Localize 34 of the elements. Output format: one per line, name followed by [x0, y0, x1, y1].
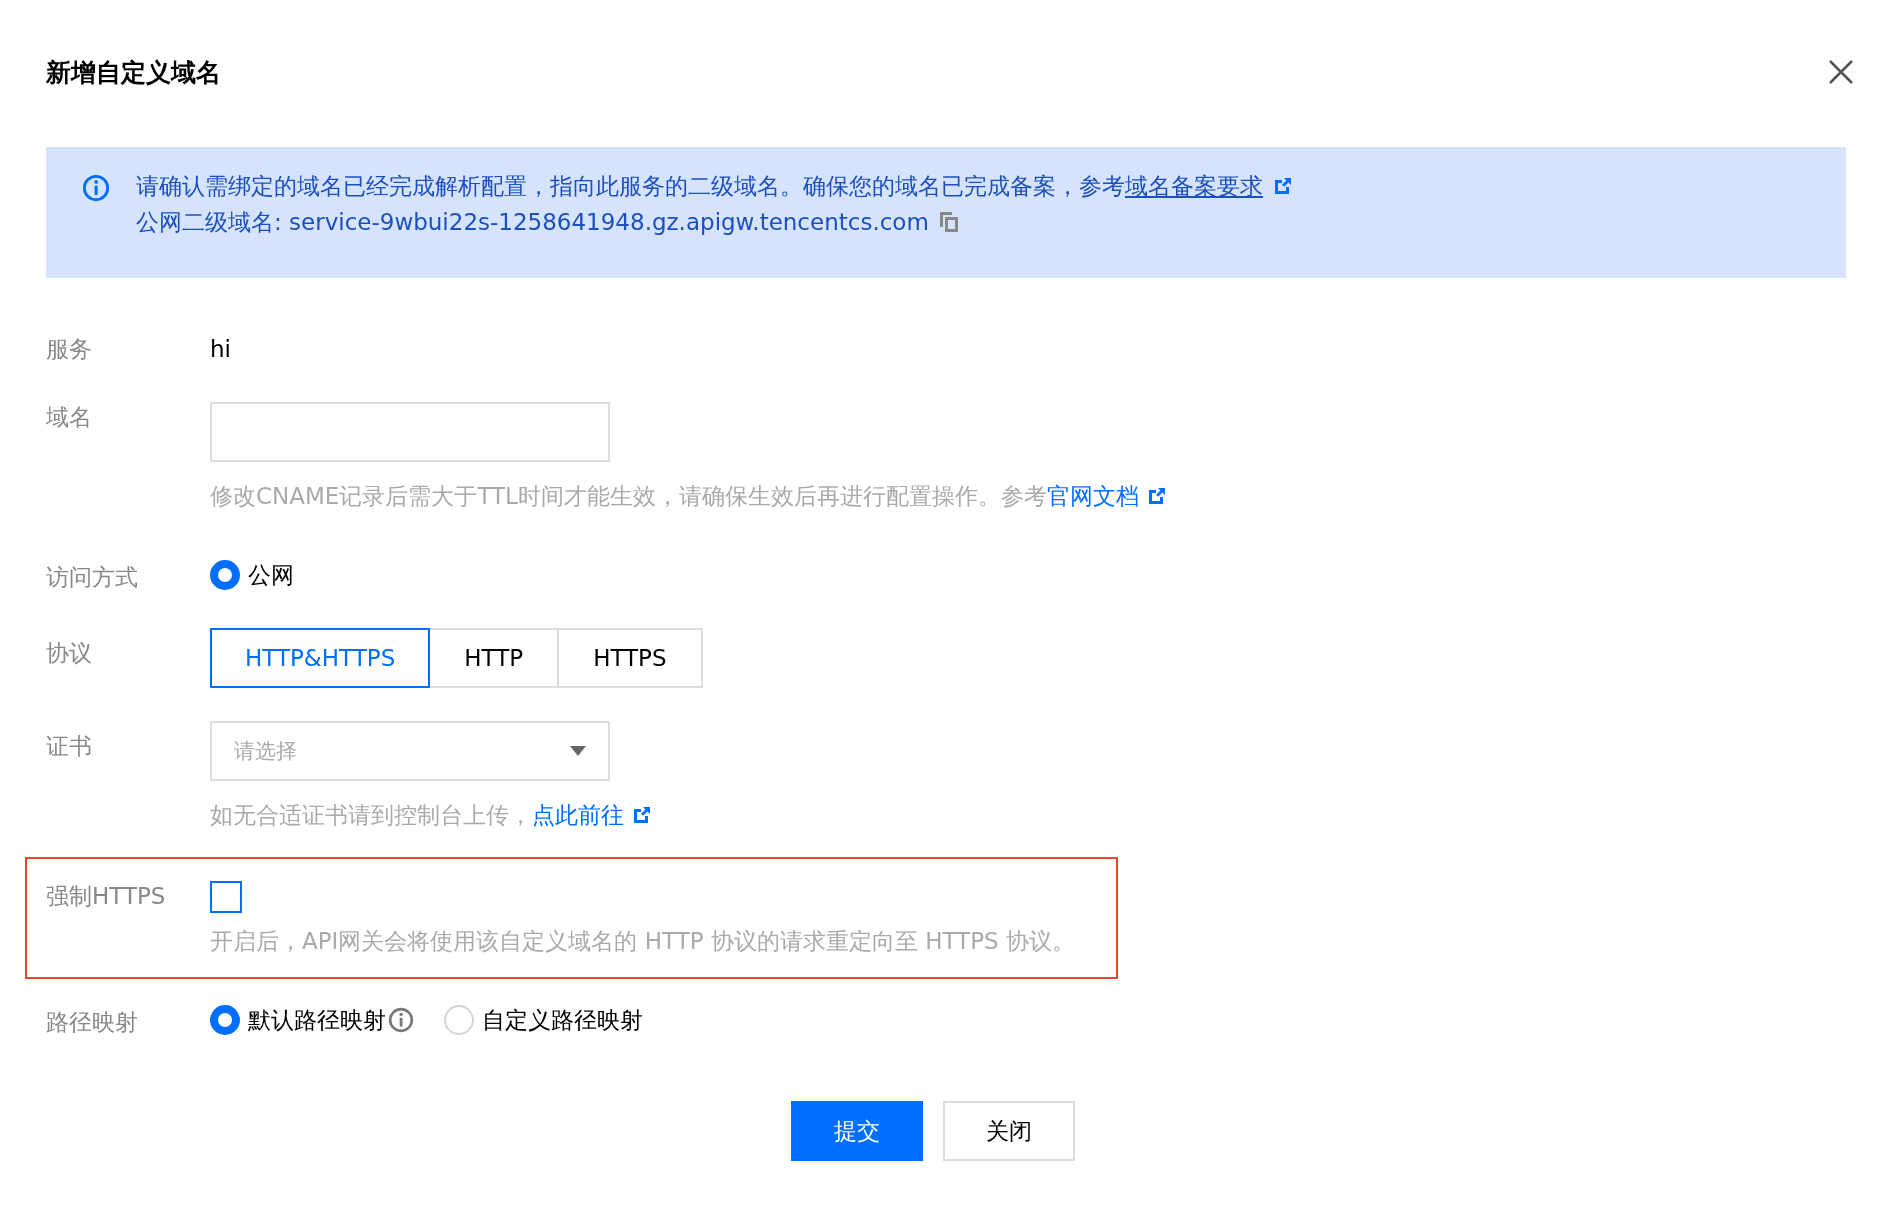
- cancel-button[interactable]: 关闭: [943, 1101, 1075, 1161]
- field-label: 协议: [46, 639, 92, 668]
- info-icon: [82, 174, 110, 202]
- hint-link[interactable]: 点此前往: [532, 802, 624, 828]
- dialog-title: 新增自定义域名: [46, 56, 221, 89]
- protocol-tab[interactable]: HTTPS: [557, 628, 703, 688]
- protocol-tab[interactable]: HTTP: [428, 628, 560, 688]
- field-label: 服务: [46, 336, 92, 362]
- domain-input-field[interactable]: [210, 402, 610, 462]
- external-link-icon[interactable]: [1273, 176, 1293, 196]
- hint-link[interactable]: 官网文档: [1046, 483, 1139, 509]
- hint-text: 开启后，API网关会将使用该自定义域名的 HTTP 协议的请求重定向至 HTTPS 协议。: [210, 927, 1075, 955]
- hint-text: 修改CNAME记录后需大于TTL时间才能生效，请确保生效后再进行配置操作。参考官网文档: [210, 482, 1139, 510]
- protocol-tab[interactable]: HTTP&HTTPS: [210, 628, 431, 688]
- field-label: 证书: [46, 732, 92, 761]
- domain-text: 公网二级域名: service-9wbui22s-1258641948.gz.apigw.tencentcs.com: [136, 208, 929, 237]
- field-label: 域名: [46, 403, 92, 432]
- radio-option[interactable]: 默认路径映射: [210, 1004, 414, 1036]
- submit-button[interactable]: 提交: [791, 1101, 923, 1161]
- notice-link[interactable]: 域名备案要求: [1125, 173, 1263, 199]
- notice-text: 请确认需绑定的域名已经完成解析配置，指向此服务的二级域名。确保您的域名已完成备案，参考域名备案要求: [136, 172, 1263, 201]
- field-label: 路径映射: [46, 1008, 138, 1037]
- radio-option[interactable]: 自定义路径映射: [444, 1004, 643, 1036]
- info-icon: [388, 1007, 414, 1033]
- external-link-icon[interactable]: [632, 805, 652, 825]
- field-value: hi: [210, 336, 231, 362]
- external-link-icon[interactable]: [1146, 486, 1167, 506]
- hint-text: 如无合适证书请到控制台上传，点此前往: [210, 801, 624, 829]
- checkbox[interactable]: [210, 881, 242, 913]
- caret-icon: [570, 746, 586, 756]
- field-label: 强制HTTPS: [46, 882, 166, 911]
- field-label: 访问方式: [46, 563, 138, 592]
- radio-option[interactable]: 公网: [210, 559, 294, 591]
- copy-icon[interactable]: [938, 211, 959, 233]
